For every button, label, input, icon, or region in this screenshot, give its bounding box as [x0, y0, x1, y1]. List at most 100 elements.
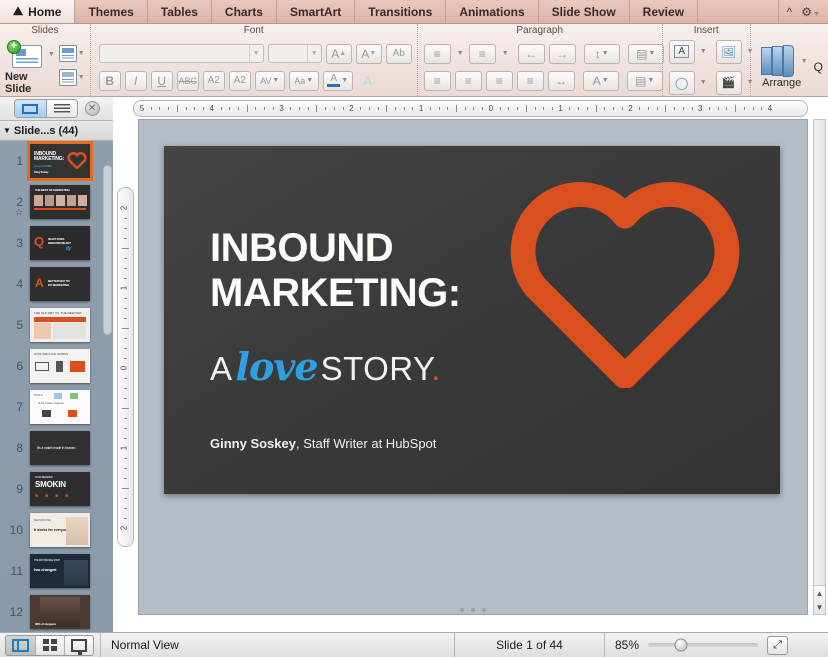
- columns-button[interactable]: ▤ ▼: [627, 43, 664, 64]
- list-item[interactable]: 1 INBOUND MARKETING: A love STORY. Ginny …: [0, 141, 113, 182]
- list-item[interactable]: 4 A BETTER WAY TO DO MARKETING: [0, 264, 113, 305]
- zoom-slider-knob[interactable]: [674, 638, 688, 652]
- thumbnail-slide-8[interactable]: It's a match made in heaven: [30, 431, 90, 465]
- close-icon[interactable]: ✕: [84, 101, 100, 116]
- tab-charts[interactable]: Charts: [212, 0, 277, 23]
- font-size-combo[interactable]: ▼: [267, 44, 322, 63]
- vertical-scrollbar[interactable]: [813, 119, 826, 598]
- change-case-button[interactable]: Aa ▼: [288, 70, 319, 91]
- arrange-button[interactable]: ▼ Arrange: [756, 45, 808, 89]
- media-button[interactable]: 🎬: [715, 70, 742, 95]
- slide-byline[interactable]: Ginny Soskey, Staff Writer at HubSpot: [210, 436, 436, 451]
- tab-tables[interactable]: Tables: [148, 0, 212, 23]
- thumbnail-slide-7[interactable]: TOOLS of the modern marketer: [30, 390, 90, 424]
- list-item[interactable]: 8 It's a match made in heaven: [0, 428, 113, 469]
- font-color-button[interactable]: A ▼: [322, 70, 353, 91]
- slide-sorter-icon[interactable]: [35, 635, 64, 655]
- fit-to-window-icon[interactable]: ⤢: [767, 635, 789, 655]
- text-direction-button[interactable]: A ▼: [582, 70, 619, 91]
- tab-animations[interactable]: Animations: [446, 0, 539, 23]
- slide-pane-header[interactable]: ▼ Slide...s (44): [0, 121, 113, 141]
- shrink-font-button[interactable]: A ▼: [355, 43, 382, 64]
- thumbnail-slide-4[interactable]: A BETTER WAY TO DO MARKETING: [30, 267, 90, 301]
- chevron-down-icon[interactable]: ▼: [77, 74, 85, 81]
- chevron-down-icon[interactable]: ▼: [455, 50, 465, 57]
- thumbnail-slide-10[interactable]: REASON ONE It works for everyone: [30, 513, 90, 547]
- chevron-down-icon[interactable]: ▼: [500, 50, 510, 57]
- chevron-down-icon[interactable]: ▼: [306, 45, 321, 62]
- superscript-button[interactable]: A2: [202, 70, 225, 91]
- chevron-down-icon[interactable]: ▼: [800, 58, 808, 65]
- slide-thumbnail-pane[interactable]: ▼ Slide...s (44) 1 INBOUND MARKETING: A l…: [0, 121, 113, 632]
- tab-slide-show[interactable]: Slide Show: [539, 0, 630, 23]
- list-item[interactable]: 9 FOUR REASONS SMOKIN ■ ■ ■ ■: [0, 469, 113, 510]
- chevron-down-icon[interactable]: ▼: [77, 50, 85, 57]
- subscript-button[interactable]: A2: [228, 70, 251, 91]
- splitter-handle[interactable]: [460, 608, 486, 612]
- font-name-combo[interactable]: ▼: [98, 44, 264, 63]
- thumbnail-slide-9[interactable]: FOUR REASONS SMOKIN ■ ■ ■ ■: [30, 472, 90, 506]
- list-item[interactable]: 10 REASON ONE It works for everyone: [0, 510, 113, 551]
- align-left-button[interactable]: ≡: [423, 70, 451, 91]
- align-center-button[interactable]: ≡: [454, 70, 482, 91]
- chevron-down-icon[interactable]: ▼: [699, 48, 707, 55]
- clear-formatting-button[interactable]: Ab: [385, 43, 412, 64]
- list-item[interactable]: 3 Q WHAT DOES INBOUND MEAN? ily: [0, 223, 113, 264]
- bullets-button[interactable]: ≡: [423, 43, 451, 64]
- chevron-down-icon[interactable]: ▼: [699, 79, 707, 86]
- align-text-button[interactable]: ▤ ▼: [626, 70, 663, 91]
- thumbnail-slide-1[interactable]: INBOUND MARKETING: A love STORY. Ginny So…: [27, 141, 93, 181]
- thumbnail-slide-3[interactable]: Q WHAT DOES INBOUND MEAN? ily: [30, 226, 90, 260]
- thumbnail-slide-11[interactable]: THE WAY PEOPLE SHOP has changed: [30, 554, 90, 588]
- chevron-down-icon[interactable]: ▼: [47, 51, 55, 58]
- tab-themes[interactable]: Themes: [75, 0, 148, 23]
- thumbnail-slide-2[interactable]: THE BEST OF MARKETING: [30, 185, 90, 219]
- thumbnail-slide-12[interactable]: 82% of shoppers: [30, 595, 90, 629]
- slide-subtitle[interactable]: AloveSTORY.: [210, 344, 441, 389]
- strikethrough-button[interactable]: ABC: [176, 70, 199, 91]
- normal-view-icon[interactable]: [6, 635, 35, 655]
- tab-smartart[interactable]: SmartArt: [277, 0, 356, 23]
- scroll-down-icon[interactable]: ▼: [816, 603, 824, 612]
- current-slide[interactable]: INBOUND MARKETING: AloveSTORY. Ginny Sos…: [164, 146, 780, 494]
- slide-title[interactable]: INBOUND MARKETING:: [210, 226, 461, 316]
- zoom-slider[interactable]: [648, 638, 759, 652]
- tab-review[interactable]: Review: [630, 0, 699, 23]
- underline-button[interactable]: U: [150, 70, 173, 91]
- text-box-button[interactable]: A: [668, 39, 695, 64]
- line-spacing-button[interactable]: ↕ ▼: [583, 43, 620, 64]
- gear-icon[interactable]: ⚙▼: [801, 5, 820, 19]
- highlight-button[interactable]: A: [357, 71, 379, 91]
- character-spacing-button[interactable]: AV ▼: [254, 70, 285, 91]
- scroll-arrows[interactable]: ▲ ▼: [813, 585, 826, 615]
- list-item[interactable]: 6 HOW INBOUND WORKS: [0, 346, 113, 387]
- thumbnail-list[interactable]: 1 INBOUND MARKETING: A love STORY. Ginny …: [0, 141, 113, 632]
- tab-transitions[interactable]: Transitions: [355, 0, 447, 23]
- grow-font-button[interactable]: A ▲: [325, 43, 352, 64]
- list-item[interactable]: 2 ☆ THE BEST OF MARKETING: [0, 182, 113, 223]
- increase-indent-button[interactable]: →: [548, 43, 576, 64]
- tab-home[interactable]: ⛰ Home: [0, 0, 76, 23]
- chevron-down-icon[interactable]: ▼: [248, 45, 263, 62]
- slide-canvas[interactable]: INBOUND MARKETING: AloveSTORY. Ginny Sos…: [138, 119, 808, 615]
- bold-button[interactable]: B: [98, 70, 121, 91]
- numbering-button[interactable]: ≡: [468, 43, 496, 64]
- presenter-view-icon[interactable]: [64, 635, 93, 655]
- italic-button[interactable]: I: [124, 70, 147, 91]
- thumbnail-scrollbar[interactable]: [103, 165, 112, 335]
- list-item[interactable]: 7 TOOLS of the modern marketer: [0, 387, 113, 428]
- vertical-ruler[interactable]: 2 1 0 1 2: [117, 187, 134, 547]
- resize-grip[interactable]: [814, 633, 828, 657]
- new-slide-button[interactable]: + ▼ New Slide: [5, 39, 57, 95]
- thumbnail-slide-6[interactable]: HOW INBOUND WORKS: [30, 349, 90, 383]
- outline-view-icon[interactable]: [45, 100, 77, 117]
- chevron-up-icon[interactable]: ^: [787, 5, 793, 19]
- picture-button[interactable]: 🖼: [715, 39, 742, 64]
- decrease-indent-button[interactable]: ←: [517, 43, 545, 64]
- quick-styles-label[interactable]: Q: [814, 60, 823, 74]
- thumbnail-slide-5[interactable]: THE OLD WAY VS. THE NEW WAY: [30, 308, 90, 342]
- align-right-button[interactable]: ≡: [485, 70, 513, 91]
- slide-theme-button[interactable]: ▼: [58, 69, 85, 89]
- scroll-up-icon[interactable]: ▲: [816, 589, 824, 598]
- slides-view-icon[interactable]: [14, 100, 46, 117]
